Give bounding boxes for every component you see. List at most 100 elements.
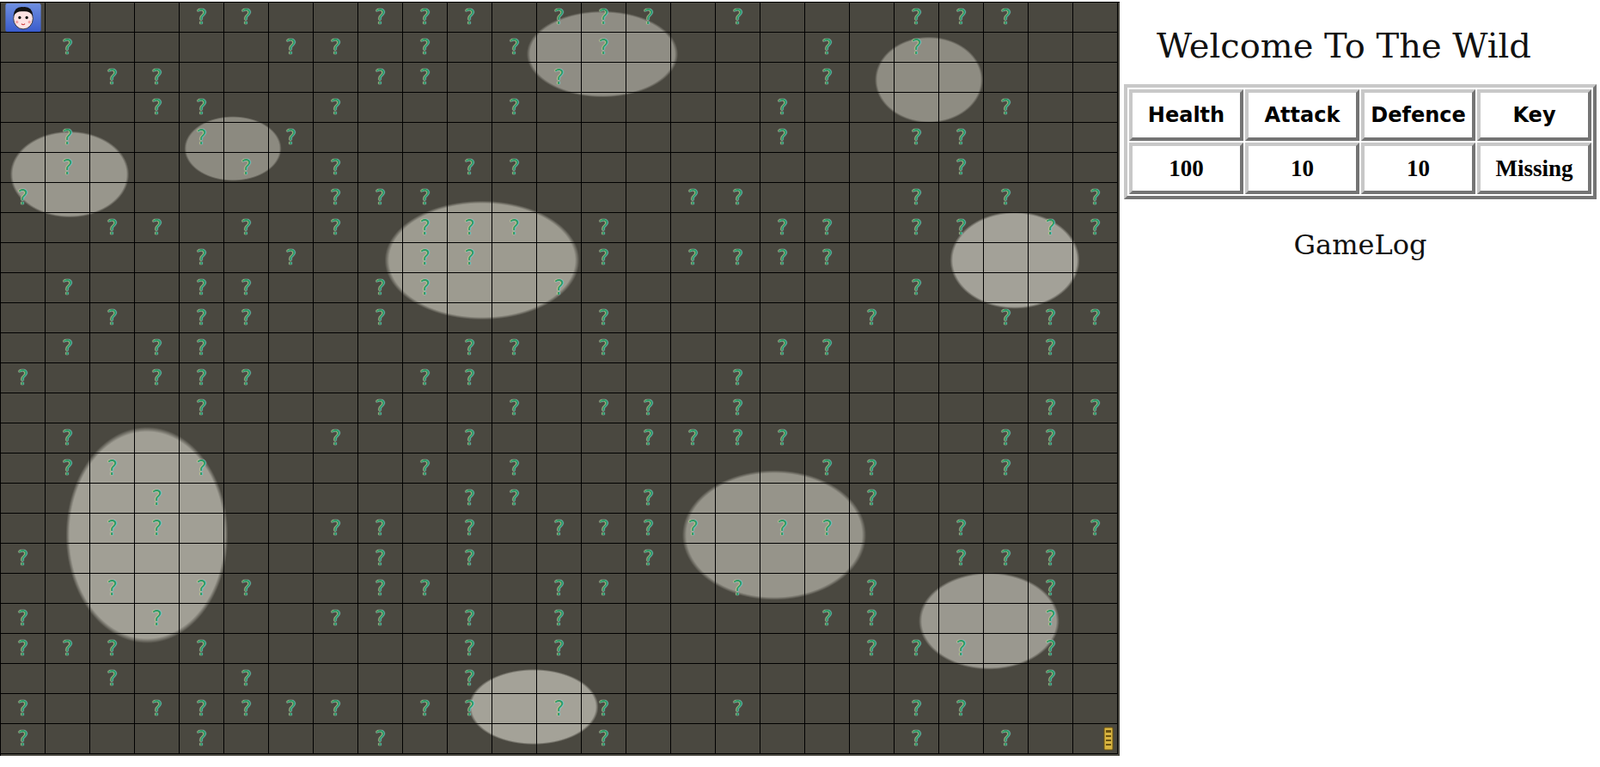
board-cell[interactable] [447,393,493,424]
board-cell[interactable] [134,393,180,424]
board-cell[interactable]: ? [671,423,716,454]
board-cell[interactable] [805,393,850,424]
board-cell[interactable] [268,363,314,394]
board-cell[interactable] [134,183,180,214]
mystery-mark[interactable]: ? [464,608,476,630]
board-cell[interactable] [805,273,850,304]
mystery-mark[interactable]: ? [642,548,654,569]
board-cell[interactable] [671,92,716,123]
mystery-mark[interactable]: ? [151,608,163,630]
board-cell[interactable]: ? [134,604,180,635]
board-cell[interactable] [626,273,672,304]
mystery-mark[interactable]: ? [821,67,833,88]
mystery-mark[interactable]: ? [61,638,74,660]
mystery-mark[interactable]: ? [1044,397,1057,419]
board-cell[interactable]: ? [849,453,895,484]
board-cell[interactable]: ? [179,2,225,33]
board-cell[interactable]: ? [1028,213,1074,244]
mystery-mark[interactable]: ? [1089,307,1101,329]
board-cell[interactable]: ? [179,694,225,725]
mystery-mark[interactable]: ? [687,518,699,539]
board-cell[interactable] [358,213,404,244]
board-cell[interactable] [894,483,940,514]
board-cell[interactable] [671,453,716,484]
board-cell[interactable]: ? [715,2,761,33]
board-cell[interactable]: ? [447,634,493,665]
board-cell[interactable] [939,604,984,635]
board-cell[interactable] [1073,574,1118,605]
board-cell[interactable] [537,243,582,274]
board-cell[interactable] [0,2,46,33]
mystery-mark[interactable]: ? [598,728,610,750]
mystery-mark[interactable]: ? [732,578,744,599]
board-cell[interactable]: ? [581,333,627,364]
mystery-mark[interactable]: ? [240,698,252,720]
board-cell[interactable] [313,483,359,514]
board-cell[interactable]: ? [90,303,135,334]
board-cell[interactable] [45,62,91,93]
mystery-mark[interactable]: ? [419,698,431,720]
mystery-mark[interactable]: ? [329,427,342,449]
board-cell[interactable] [313,62,359,93]
board-cell[interactable] [447,724,493,755]
board-cell[interactable] [1073,694,1118,725]
board-cell[interactable] [671,483,716,514]
board-cell[interactable] [939,62,984,93]
board-cell[interactable] [626,62,672,93]
board-cell[interactable]: ? [90,453,135,484]
board-cell[interactable]: ? [760,423,806,454]
mystery-mark[interactable]: ? [240,668,252,690]
board-cell[interactable] [626,183,672,214]
board-cell[interactable] [358,664,404,695]
mystery-mark[interactable]: ? [61,337,74,359]
board-cell[interactable] [268,152,314,184]
board-cell[interactable]: ? [939,213,984,244]
board-cell[interactable] [715,543,761,575]
mystery-mark[interactable]: ? [464,217,476,239]
board-cell[interactable] [626,32,672,63]
board-cell[interactable] [358,333,404,364]
mystery-mark[interactable]: ? [419,247,431,269]
mystery-mark[interactable]: ? [151,67,163,88]
board-cell[interactable] [760,393,806,424]
board-cell[interactable]: ? [581,393,627,424]
mystery-mark[interactable]: ? [821,337,833,359]
board-cell[interactable] [0,483,46,514]
board-cell[interactable]: ? [894,724,940,755]
mystery-mark[interactable]: ? [285,127,297,148]
mystery-mark[interactable]: ? [464,548,476,569]
board-cell[interactable] [715,664,761,695]
board-cell[interactable]: ? [447,363,493,394]
board-cell[interactable] [939,92,984,123]
board-cell[interactable] [179,152,225,184]
board-cell[interactable] [45,92,91,123]
mystery-mark[interactable]: ? [17,728,29,750]
board-cell[interactable]: ? [581,303,627,334]
mystery-mark[interactable]: ? [776,97,788,118]
board-cell[interactable] [45,513,91,544]
board-cell[interactable]: ? [1028,333,1074,364]
board-cell[interactable]: ? [45,152,91,184]
board-cell[interactable] [179,513,225,544]
board-cell[interactable]: ? [939,694,984,725]
board-cell[interactable]: ? [581,213,627,244]
board-cell[interactable]: ? [134,363,180,394]
board-cell[interactable]: ? [358,574,404,605]
board-cell[interactable]: ? [1028,664,1074,695]
mystery-mark[interactable]: ? [374,728,386,750]
board-cell[interactable] [179,213,225,244]
mystery-mark[interactable]: ? [464,488,476,509]
board-cell[interactable] [313,543,359,575]
board-cell[interactable] [45,303,91,334]
board-cell[interactable]: ? [403,32,448,63]
mystery-mark[interactable]: ? [240,277,252,299]
board-cell[interactable] [447,303,493,334]
board-cell[interactable]: ? [224,273,269,304]
board-cell[interactable] [134,574,180,605]
board-cell[interactable]: ? [313,513,359,544]
board-cell[interactable]: ? [0,724,46,755]
board-cell[interactable] [939,574,984,605]
board-cell[interactable]: ? [179,303,225,334]
board-cell[interactable] [894,664,940,695]
mystery-mark[interactable]: ? [732,247,744,269]
